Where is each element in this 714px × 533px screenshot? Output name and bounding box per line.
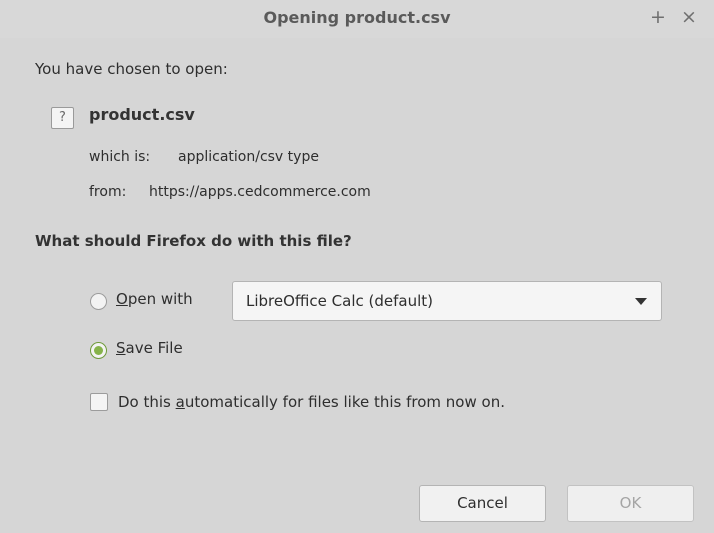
open-with-label-text: pen with	[127, 290, 193, 308]
file-source-value: https://apps.cedcommerce.com	[149, 184, 371, 200]
ok-button[interactable]: OK	[567, 485, 694, 522]
cancel-button[interactable]: Cancel	[419, 485, 546, 522]
open-with-radio[interactable]	[90, 293, 107, 310]
file-type-label: which is:	[89, 149, 151, 165]
save-file-radio[interactable]	[90, 342, 107, 359]
action-question: What should Firefox do with this file?	[35, 232, 352, 250]
open-with-label[interactable]: Open with	[116, 290, 193, 308]
auto-action-checkbox[interactable]	[90, 393, 108, 411]
auto-action-label-end: utomatically for files like this from no…	[184, 393, 505, 411]
save-file-mnemonic: S	[116, 339, 126, 357]
unknown-file-icon: ?	[51, 107, 74, 129]
save-file-label-text: ave File	[125, 339, 183, 357]
auto-action-label-start: Do this	[118, 393, 176, 411]
open-with-mnemonic: O	[116, 290, 128, 308]
intro-text: You have chosen to open:	[35, 60, 228, 78]
open-with-app-value: LibreOffice Calc (default)	[246, 292, 433, 310]
dropdown-arrow-icon	[635, 298, 647, 305]
maximize-icon[interactable]: +	[650, 6, 666, 28]
window-title: Opening product.csv	[263, 8, 451, 27]
auto-action-label[interactable]: Do this automatically for files like thi…	[118, 393, 505, 411]
file-type-value: application/csv type	[178, 149, 319, 165]
close-icon[interactable]: ×	[681, 6, 697, 28]
auto-action-mnemonic: a	[175, 393, 185, 411]
file-name: product.csv	[89, 105, 195, 124]
title-bar[interactable]: Opening product.csv + ×	[0, 0, 714, 38]
open-with-app-select[interactable]: LibreOffice Calc (default)	[232, 281, 662, 321]
save-file-label[interactable]: Save File	[116, 339, 183, 357]
file-source-label: from:	[89, 184, 127, 200]
